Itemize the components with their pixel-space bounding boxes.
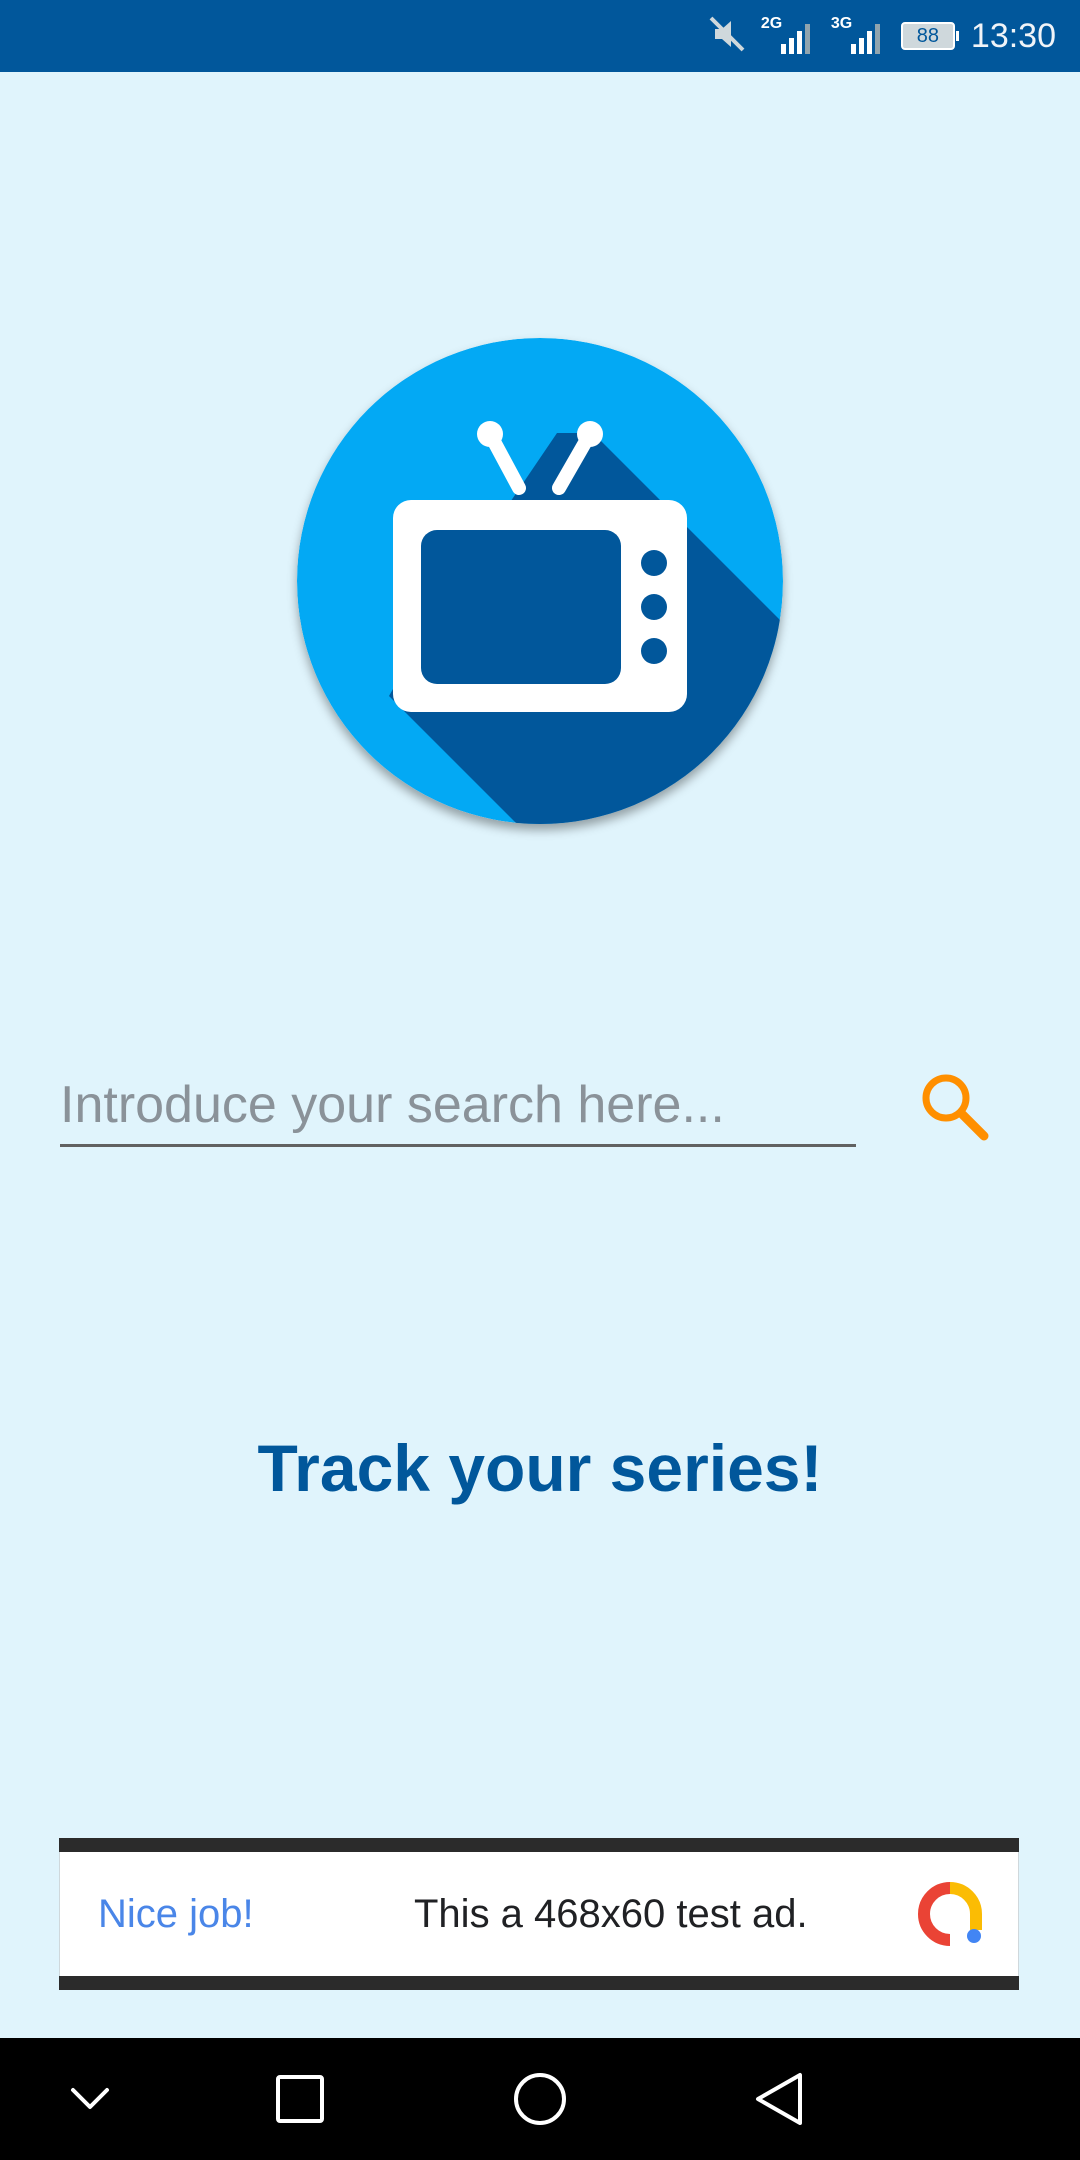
mute-icon <box>707 14 747 59</box>
signal-icon: 2G <box>761 16 817 56</box>
tv-icon <box>297 338 783 824</box>
back-icon[interactable] <box>745 2064 815 2134</box>
search-input[interactable] <box>60 1066 856 1147</box>
ad-banner[interactable]: Nice job! This a 468x60 test ad. <box>59 1838 1019 1990</box>
app-logo <box>297 338 783 824</box>
ad-content[interactable]: Nice job! This a 468x60 test ad. <box>59 1852 1019 1976</box>
clock: 13:30 <box>970 16 1056 55</box>
status-bar: 2G 3G 88 13:30 <box>0 0 1080 72</box>
navigation-bar <box>0 2038 1080 2160</box>
signal-icon: 3G <box>831 16 887 56</box>
search-button[interactable] <box>904 1056 1004 1156</box>
ad-text: This a 468x60 test ad. <box>414 1891 808 1936</box>
tagline: Track your series! <box>257 1431 823 1505</box>
battery-level: 88 <box>916 25 940 47</box>
recents-icon[interactable] <box>265 2064 335 2134</box>
ad-headline: Nice job! <box>98 1891 254 1936</box>
battery-icon: 88 <box>900 22 959 50</box>
status-icons: 2G 3G 88 13:30 <box>693 0 1056 72</box>
search-icon <box>922 1074 989 1141</box>
chevron-down-icon[interactable] <box>55 2064 125 2134</box>
ad-logo-icon[interactable] <box>916 1880 984 1953</box>
home-icon[interactable] <box>505 2064 575 2134</box>
